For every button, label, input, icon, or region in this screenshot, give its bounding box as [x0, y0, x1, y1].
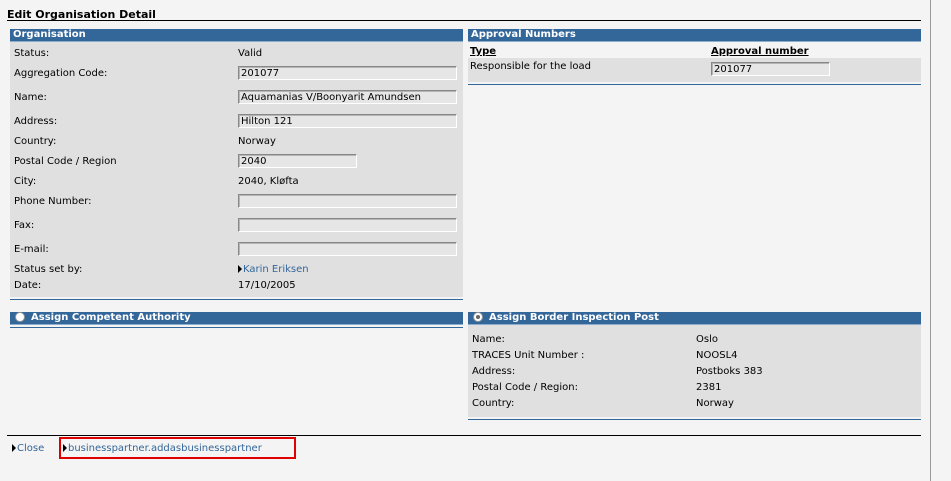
fax-label: Fax:	[14, 220, 35, 231]
bip-unit-value: NOOSL4	[696, 350, 738, 361]
close-action: Close	[12, 443, 44, 454]
address-label: Address:	[14, 116, 58, 127]
country-label: Country:	[14, 136, 57, 147]
bip-country-value: Norway	[696, 398, 734, 409]
bip-address-value: Postboks 383	[696, 366, 763, 377]
competent-authority-header: Assign Competent Authority	[10, 312, 463, 325]
postal-code-field[interactable]: 2040	[238, 154, 357, 168]
city-label: City:	[14, 176, 37, 187]
type-column-header: Type	[470, 46, 497, 57]
status-label: Status:	[14, 48, 50, 59]
approval-header: Approval Numbers	[468, 29, 921, 42]
phone-label: Phone Number:	[14, 196, 92, 207]
organisation-body: Status: Valid Aggregation Code: 201077 N…	[10, 42, 463, 297]
bip-postal-value: 2381	[696, 382, 722, 393]
aggregation-code-label: Aggregation Code:	[14, 68, 108, 79]
country-value: Norway	[238, 136, 276, 147]
phone-field[interactable]	[238, 194, 457, 208]
approval-rule	[468, 84, 921, 85]
border-post-header: Assign Border Inspection Post	[468, 312, 921, 325]
name-label: Name:	[14, 92, 47, 103]
address-field[interactable]: Hilton 121	[238, 114, 457, 128]
border-post-label: Assign Border Inspection Post	[489, 312, 659, 323]
city-value: 2040, Kløfta	[238, 176, 299, 187]
add-partner-action: businesspartner.addasbusinesspartner	[63, 443, 262, 454]
border-post-body: Name: Oslo TRACES Unit Number : NOOSL4 A…	[468, 325, 921, 417]
bip-postal-label: Postal Code / Region:	[472, 382, 578, 393]
fax-field[interactable]	[238, 218, 457, 232]
status-set-by-link[interactable]: Karin Eriksen	[243, 264, 309, 275]
aggregation-code-field[interactable]: 201077	[238, 66, 457, 80]
approval-number-field[interactable]: 201077	[711, 62, 830, 76]
organisation-rule	[10, 299, 463, 300]
bip-address-label: Address:	[472, 366, 516, 377]
email-field[interactable]	[238, 242, 457, 256]
approval-type-cell: Responsible for the load	[470, 61, 592, 72]
competent-authority-label: Assign Competent Authority	[31, 312, 191, 323]
status-set-by: Karin Eriksen	[238, 264, 309, 275]
window-edge	[930, 0, 931, 481]
arrow-right-icon	[238, 265, 242, 273]
competent-authority-rule	[10, 327, 463, 328]
border-post-panel: Assign Border Inspection Post Name: Oslo…	[468, 312, 921, 420]
arrow-right-icon	[63, 444, 67, 452]
postal-code-label: Postal Code / Region	[14, 156, 117, 167]
status-set-label: Status set by:	[14, 264, 83, 275]
bip-name-label: Name:	[472, 334, 505, 345]
organisation-header: Organisation	[10, 29, 463, 42]
close-link[interactable]: Close	[17, 443, 44, 454]
name-field[interactable]: Aquamanias V/Boonyarit Amundsen	[238, 90, 457, 104]
approval-column-headers: Type Approval number	[468, 42, 921, 58]
email-label: E-mail:	[14, 244, 49, 255]
bip-unit-label: TRACES Unit Number :	[472, 350, 585, 361]
approval-panel: Approval Numbers Type Approval number Re…	[468, 29, 921, 85]
approval-number-column-header: Approval number	[711, 46, 809, 57]
bip-country-label: Country:	[472, 398, 515, 409]
date-label: Date:	[14, 280, 42, 291]
competent-authority-panel: Assign Competent Authority	[10, 312, 463, 328]
arrow-right-icon	[12, 444, 16, 452]
table-row: Responsible for the load 201077	[468, 58, 921, 82]
border-post-radio[interactable]	[473, 312, 483, 322]
organisation-panel: Organisation Status: Valid Aggregation C…	[10, 29, 463, 300]
status-value: Valid	[238, 48, 263, 59]
bip-name-value: Oslo	[696, 334, 718, 345]
competent-authority-radio[interactable]	[15, 312, 25, 322]
title-divider	[7, 20, 921, 21]
footer-divider	[7, 435, 921, 436]
add-business-partner-link[interactable]: businesspartner.addasbusinesspartner	[68, 443, 262, 454]
window: Edit Organisation Detail Organisation St…	[0, 0, 951, 481]
date-value: 17/10/2005	[238, 280, 296, 291]
border-post-rule	[468, 419, 921, 420]
